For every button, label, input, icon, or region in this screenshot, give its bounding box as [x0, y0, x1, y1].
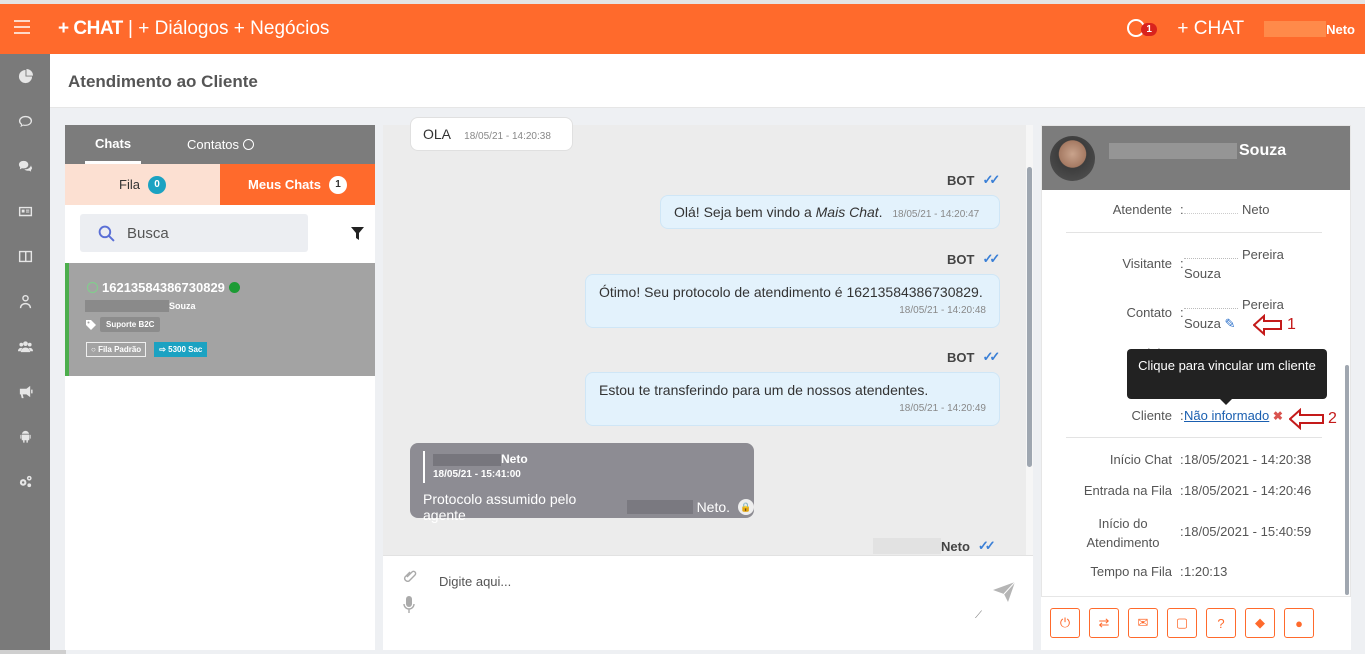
edit-pencil-icon[interactable]: ✎: [1225, 316, 1236, 331]
help-button[interactable]: ?: [1206, 608, 1236, 638]
contact-card-icon[interactable]: [0, 189, 50, 234]
online-status-dot: [228, 282, 240, 293]
action-bar: ⏻ ⇄ ✉ ▢ ? ◆ ●: [1041, 596, 1351, 650]
power-button[interactable]: ⏻: [1050, 608, 1080, 638]
dept-badge: ⇨ 5300 Sac: [154, 342, 208, 357]
search-row: Busca: [65, 205, 375, 263]
chat-button[interactable]: ●: [1284, 608, 1314, 638]
message-composer: Digite aqui... ⟋: [383, 555, 1033, 650]
search-placeholder: Busca: [127, 224, 169, 242]
tag-icon: [86, 319, 96, 330]
search-icon: [98, 225, 115, 242]
top-bar: + CHAT | + Diálogos + Negócios 1 + CHAT …: [0, 0, 1365, 54]
remove-x-icon[interactable]: ✖: [1273, 409, 1283, 423]
double-check-icon: ✓✓: [982, 349, 1000, 364]
link-client-link[interactable]: Não informado: [1184, 408, 1269, 423]
whatsapp-icon: [243, 139, 255, 150]
transfer-button[interactable]: ⇄: [1089, 608, 1119, 638]
incoming-message: OLA 18/05/21 - 14:20:38: [410, 117, 573, 151]
link-client-tooltip: Clique para vincular um cliente: [1127, 349, 1327, 405]
annotation-number-1: 1: [1287, 316, 1296, 333]
agent-sender-label: Neto ✓✓: [873, 538, 996, 554]
double-check-icon: ✓✓: [977, 538, 996, 553]
conversation-scrollbar[interactable]: [1026, 125, 1033, 555]
bottom-strip: [0, 650, 66, 654]
email-button[interactable]: ✉: [1128, 608, 1158, 638]
conversations-icon[interactable]: [0, 144, 50, 189]
send-icon[interactable]: [993, 582, 1015, 602]
entrada-fila-row: Entrada na Fila:18/05/2021 - 14:20:46: [1083, 483, 1312, 498]
chat-list-panel: Chats Contatos Fila 0 Meus Chats 1 Busca 1…: [65, 125, 375, 650]
queue-badge: ○ Fila Padrão: [86, 342, 147, 357]
settings-gears-icon[interactable]: [0, 459, 50, 504]
message-input[interactable]: Digite aqui...: [439, 574, 511, 589]
user-menu[interactable]: Neto: [1264, 18, 1355, 40]
meus-chats-count-badge: 1: [328, 175, 347, 194]
contato-row: Contato: Pereira Souza ✎: [1126, 297, 1284, 331]
lock-icon: 🔒: [738, 499, 754, 515]
tab-fila[interactable]: Fila 0: [65, 164, 220, 205]
dashboard-icon[interactable]: [0, 54, 50, 99]
tag-button[interactable]: ◆: [1245, 608, 1275, 638]
chat-list-item[interactable]: 16213584386730829 Souza Suporte B2C ○ Fi…: [65, 263, 375, 376]
whatsapp-notification-icon[interactable]: 1: [1127, 18, 1157, 40]
client-header: Souza: [1042, 126, 1350, 190]
tempo-fila-row: Tempo na Fila:1:20:13: [1090, 564, 1228, 579]
agent-quote: Neto 18/05/21 - 15:41:00: [423, 451, 528, 483]
chat-list-tabs: Chats Contatos: [65, 125, 375, 164]
annotation-number-2: 2: [1328, 410, 1337, 427]
megaphone-icon[interactable]: [0, 369, 50, 414]
tab-meus-chats[interactable]: Meus Chats 1: [220, 164, 375, 205]
bot-sender-label: BOT ✓✓: [947, 251, 1000, 267]
chat-item-name: Souza: [85, 300, 196, 312]
chat-subtabs: Fila 0 Meus Chats 1: [65, 164, 375, 205]
visitante-row: Visitante: Pereira Souza: [1122, 247, 1284, 281]
menu-icon[interactable]: [14, 20, 30, 34]
outgoing-message: Estou te transferindo para um de nossos …: [585, 372, 1000, 426]
tab-contatos[interactable]: Contatos: [187, 125, 255, 164]
filter-icon[interactable]: [351, 227, 364, 240]
outgoing-message: Olá! Seja bem vindo a Mais Chat. 18/05/2…: [660, 195, 1000, 229]
client-name: Souza: [1109, 142, 1286, 160]
page-title: Atendimento ao Cliente: [68, 72, 258, 91]
attachment-icon[interactable]: [403, 568, 419, 584]
right-brand[interactable]: + CHAT: [1177, 18, 1244, 40]
outgoing-message: Ótimo! Seu protocolo de atendimento é 16…: [585, 274, 1000, 328]
resize-handle-icon[interactable]: ⟋: [975, 610, 982, 621]
chat-bubble-icon[interactable]: [0, 99, 50, 144]
agent-system-message: Neto 18/05/21 - 15:41:00 Protocolo assumi…: [410, 443, 754, 523]
whatsapp-icon: [87, 282, 98, 293]
tab-chats[interactable]: Chats: [85, 125, 141, 164]
users-group-icon[interactable]: [0, 324, 50, 369]
columns-icon[interactable]: [0, 234, 50, 279]
chat-item-badges: ○ Fila Padrão ⇨ 5300 Sac: [86, 342, 208, 357]
double-check-icon: ✓✓: [982, 172, 1000, 187]
notification-count: 1: [1141, 23, 1157, 36]
inicio-atendimento-row: Início do Atendimento:18/05/2021 - 15:40:…: [1086, 516, 1312, 550]
sidebar: [0, 54, 50, 654]
fila-count-badge: 0: [147, 175, 166, 194]
bot-sender-label: BOT ✓✓: [947, 349, 1000, 365]
double-check-icon: ✓✓: [982, 251, 1000, 266]
search-input[interactable]: Busca: [80, 214, 308, 252]
android-icon[interactable]: [0, 414, 50, 459]
chat-item-number: 16213584386730829: [87, 280, 240, 295]
atendente-row: Atendente: Neto: [1112, 202, 1270, 217]
chat-item-tag: Suporte B2C: [86, 317, 161, 332]
user-icon[interactable]: [0, 279, 50, 324]
avatar: [1050, 136, 1095, 181]
note-button[interactable]: ▢: [1167, 608, 1197, 638]
bot-sender-label: BOT ✓✓: [947, 172, 1000, 188]
annotation-arrow-2: [1288, 407, 1325, 435]
microphone-icon[interactable]: [403, 596, 415, 614]
annotation-arrow-1: [1252, 313, 1283, 341]
agent-message-text: Protocolo assumido pelo agente Neto. 🔒: [423, 491, 754, 523]
brand: + CHAT | + Diálogos + Negócios: [58, 18, 330, 39]
top-right: 1 + CHAT Neto: [1127, 18, 1355, 40]
inicio-chat-row: Início Chat:18/05/2021 - 14:20:38: [1109, 452, 1312, 467]
page-header: Atendimento ao Cliente: [50, 54, 1365, 108]
info-scrollbar[interactable]: [1345, 365, 1349, 595]
